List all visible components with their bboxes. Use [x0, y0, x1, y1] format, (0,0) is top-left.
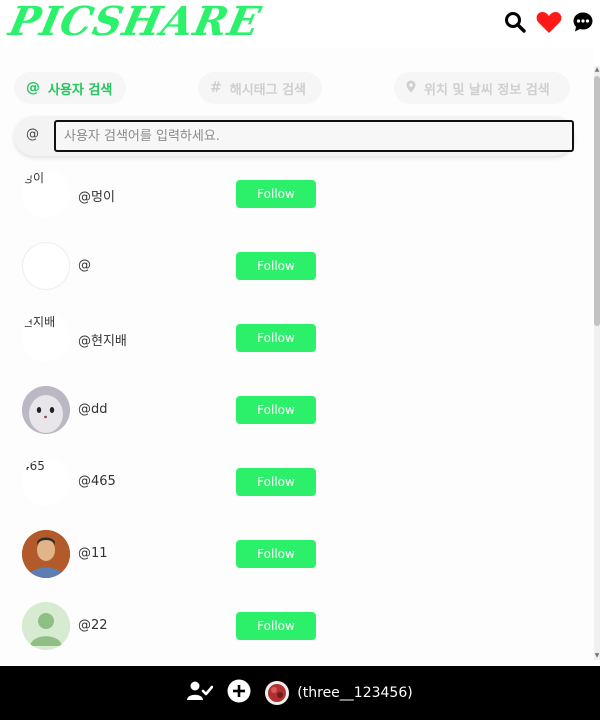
list-item: 멍이 @멍이 Follow — [0, 170, 594, 242]
bottom-bar: (three__123456) — [0, 666, 600, 720]
app-logo[interactable]: PICSHARE — [5, 0, 265, 45]
avatar[interactable] — [22, 242, 70, 290]
search-bar: @ — [14, 116, 574, 156]
hash-icon: # — [210, 80, 222, 96]
list-item: @ Follow — [0, 242, 594, 314]
username[interactable]: @현지배 — [78, 330, 127, 349]
user-search-input[interactable] — [54, 120, 574, 152]
add-circle-icon[interactable] — [227, 679, 251, 707]
follow-button[interactable]: Follow — [236, 180, 316, 208]
chat-icon[interactable] — [572, 11, 594, 33]
list-item: 현지배 @현지배 Follow — [0, 314, 594, 386]
username[interactable]: @465 — [78, 474, 116, 489]
username[interactable]: @22 — [78, 618, 108, 633]
avatar[interactable]: 465 — [22, 458, 70, 506]
avatar-photo — [22, 386, 70, 434]
tab-hashtag-search[interactable]: # 해시태그 검색 — [198, 72, 322, 104]
tab-label: 위치 및 날씨 정보 검색 — [424, 82, 550, 98]
search-tabs: @ 사용자 검색 # 해시태그 검색 위치 및 날씨 정보 검색 — [14, 72, 574, 104]
current-username: (three__123456) — [297, 685, 413, 701]
at-icon: @ — [26, 80, 40, 96]
scrollbar-thumb[interactable] — [594, 76, 600, 326]
avatar-alt-text: 현지배 — [22, 315, 56, 329]
follow-button[interactable]: Follow — [236, 252, 316, 280]
follow-button[interactable]: Follow — [236, 396, 316, 424]
list-item: @22 Follow — [0, 602, 594, 666]
list-item: @dd Follow — [0, 386, 594, 458]
search-icon[interactable] — [504, 11, 526, 33]
username[interactable]: @11 — [78, 546, 108, 561]
search-content: @ 사용자 검색 # 해시태그 검색 위치 및 날씨 정보 검색 @ 멍이 @멍… — [0, 48, 594, 666]
tab-user-search[interactable]: @ 사용자 검색 — [14, 72, 126, 104]
location-pin-icon — [406, 80, 416, 97]
avatar — [265, 681, 290, 705]
list-item: 465 @465 Follow — [0, 458, 594, 530]
app-header: PICSHARE — [0, 0, 600, 48]
avatar-alt-text: 멍이 — [22, 171, 45, 185]
default-user-icon — [22, 602, 70, 650]
scroll-down-icon[interactable]: ▼ — [594, 652, 600, 660]
follow-button[interactable]: Follow — [236, 540, 316, 568]
follow-button[interactable]: Follow — [236, 324, 316, 352]
avatar[interactable]: 멍이 — [22, 170, 70, 218]
current-user[interactable]: (three__123456) — [265, 681, 413, 705]
username[interactable]: @ — [78, 258, 91, 273]
header-icons — [504, 10, 594, 34]
follow-button[interactable]: Follow — [236, 612, 316, 640]
scrollbar[interactable] — [594, 66, 600, 660]
tab-location-weather-search[interactable]: 위치 및 날씨 정보 검색 — [394, 72, 570, 104]
tab-label: 사용자 검색 — [48, 82, 113, 98]
username[interactable]: @dd — [78, 402, 108, 417]
avatar[interactable]: 현지배 — [22, 314, 70, 362]
search-prefix: @ — [26, 127, 39, 142]
scroll-up-icon[interactable]: ▲ — [594, 66, 600, 74]
tab-label: 해시태그 검색 — [229, 82, 307, 98]
avatar[interactable] — [22, 386, 70, 434]
username[interactable]: @멍이 — [78, 186, 115, 205]
avatar-photo — [22, 530, 70, 578]
user-check-icon[interactable] — [187, 681, 214, 705]
avatar-alt-text: 465 — [22, 459, 45, 473]
list-item: @11 Follow — [0, 530, 594, 602]
avatar[interactable] — [22, 602, 70, 650]
avatar[interactable] — [22, 530, 70, 578]
heart-icon[interactable] — [536, 10, 562, 34]
follow-button[interactable]: Follow — [236, 468, 316, 496]
